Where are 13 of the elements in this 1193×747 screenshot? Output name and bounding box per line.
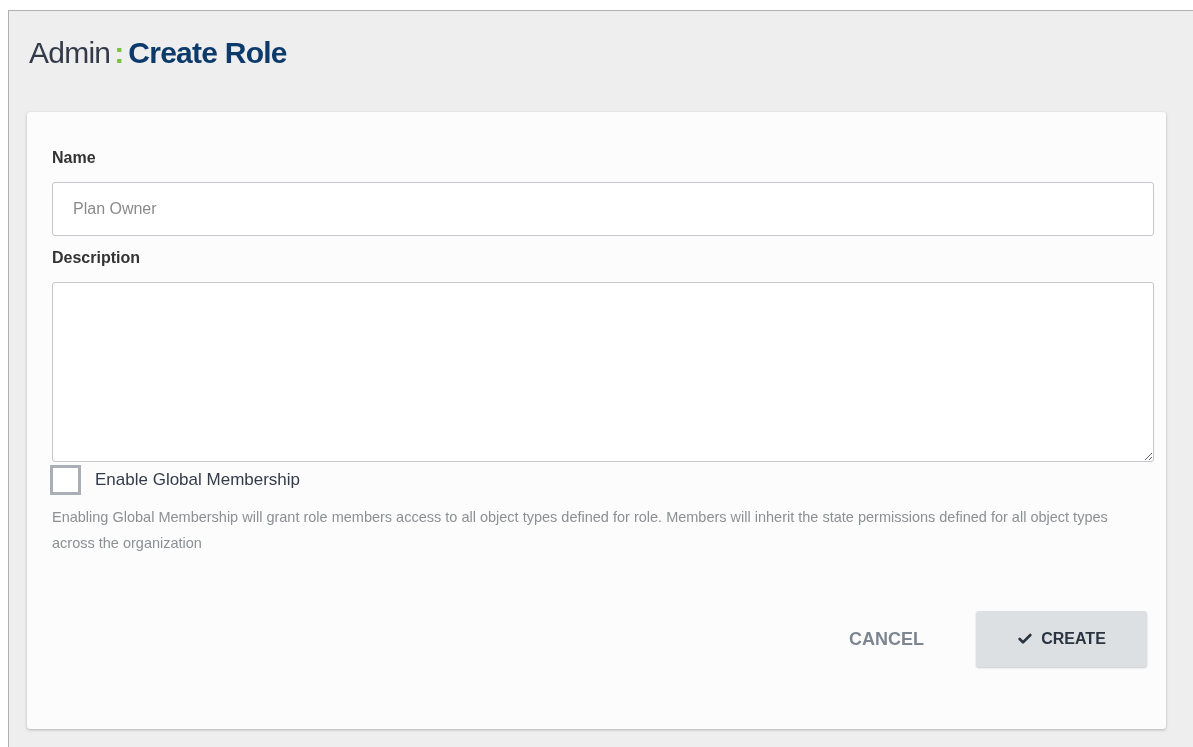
field-label: Description: [52, 248, 141, 268]
cancel-button[interactable]: CANCEL: [819, 611, 954, 667]
description-field[interactable]: [52, 282, 1154, 462]
title-separator: :: [114, 35, 125, 71]
checkbox[interactable]: [50, 465, 81, 495]
check-icon: [1017, 631, 1034, 647]
help-text: Enabling Global Membership will grant role members access to all object types defined for role. Members will inherit the state permissions defined for all object types across the organization: [52, 508, 1109, 553]
section-title: Admin: [29, 35, 111, 71]
page-title: Create Role: [128, 35, 287, 71]
create-button[interactable]: CREATE: [976, 611, 1147, 667]
checkbox-label: Enable Global Membership: [95, 469, 301, 492]
field-label: Name: [52, 148, 97, 168]
name-field[interactable]: Plan Owner: [52, 182, 1154, 236]
